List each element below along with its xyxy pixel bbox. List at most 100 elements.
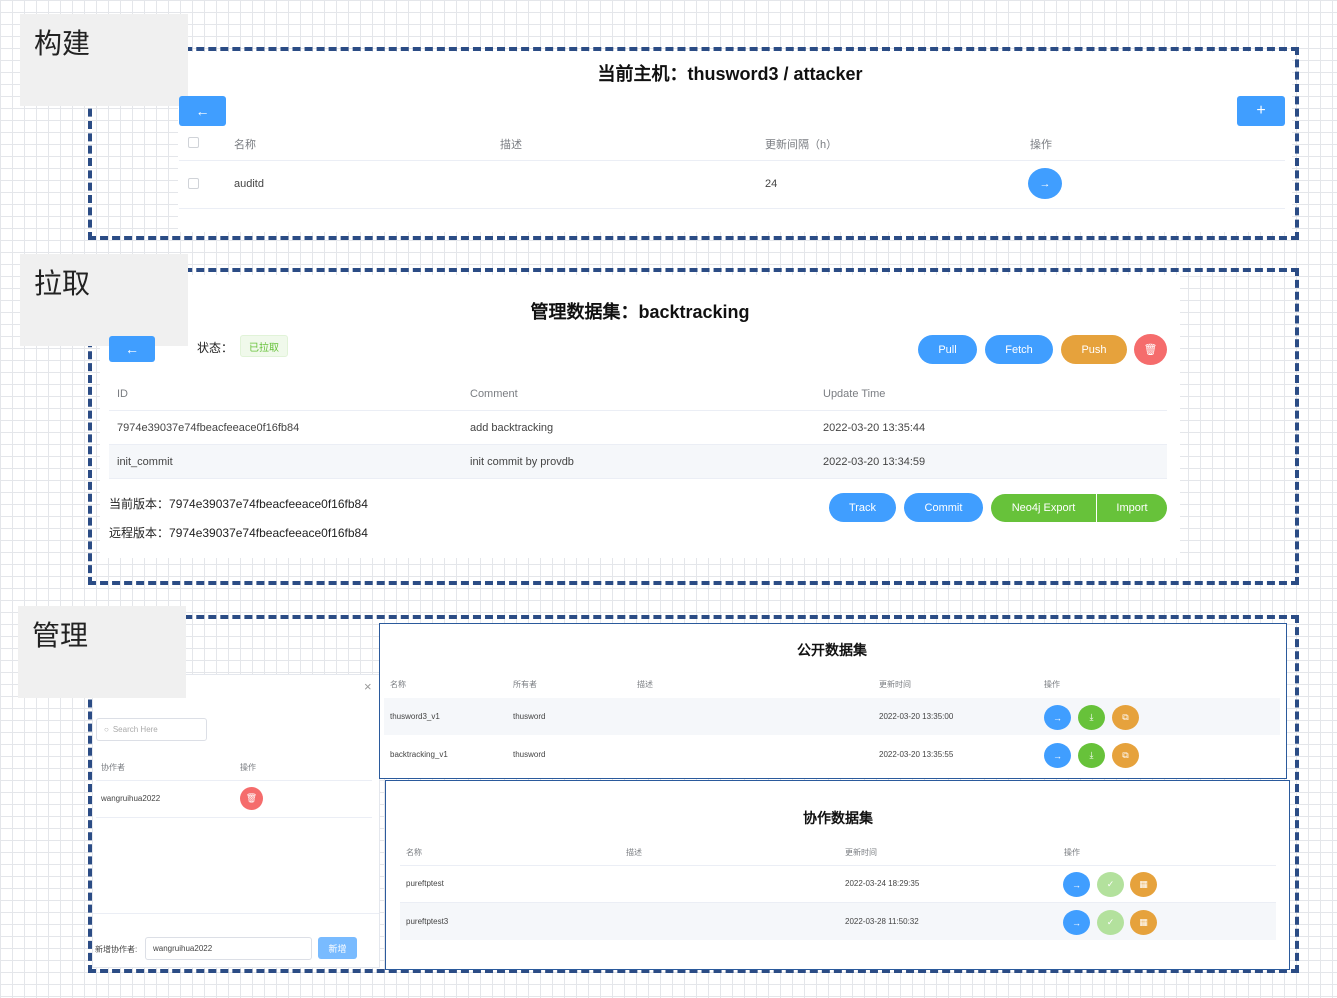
check-icon: ✓ xyxy=(1106,879,1115,889)
dataset-time: 2022-03-24 18:29:35 xyxy=(845,879,920,888)
commit-id: 7974e39037e74fbeacfeeace0f16fb84 xyxy=(117,422,300,434)
column-header-update-time: Update Time xyxy=(823,388,886,400)
grid-icon: ▦ xyxy=(1139,917,1148,927)
search-input[interactable]: ○ Search Here xyxy=(96,718,207,741)
commit-comment: init commit by provdb xyxy=(470,456,574,468)
current-version-label: 当前版本： xyxy=(109,497,170,511)
remote-version-value: 7974e39037e74fbeacfeeace0f16fb84 xyxy=(169,526,368,540)
table-divider xyxy=(400,865,1276,866)
pull-button[interactable]: Pull xyxy=(918,335,977,364)
dataset-time: 2022-03-20 13:35:55 xyxy=(879,750,954,759)
copy-icon: ⧉ xyxy=(1122,712,1129,722)
arrow-right-icon: → xyxy=(1072,917,1081,928)
arrow-right-icon: → xyxy=(1053,750,1062,761)
pull-back-button[interactable]: ← xyxy=(109,336,155,362)
row-open-button[interactable]: → xyxy=(1028,168,1062,199)
column-header-update-time: 更新时间 xyxy=(845,848,877,857)
status-label: 状态： xyxy=(197,341,234,355)
remote-version-row: 远程版本：7974e39037e74fbeacfeeace0f16fb84 xyxy=(109,524,368,541)
collaborator-name: wangruihua2022 xyxy=(101,794,161,803)
commit-button[interactable]: Commit xyxy=(904,493,983,522)
download-icon: ⤓ xyxy=(1089,750,1094,760)
add-collaborator-label: 新增协作者: xyxy=(95,945,138,954)
import-button[interactable]: Import xyxy=(1097,494,1167,522)
check-icon: ✓ xyxy=(1106,917,1115,927)
push-button[interactable]: Push xyxy=(1061,335,1127,364)
table-divider xyxy=(179,208,1285,209)
column-header-comment: Comment xyxy=(470,388,518,400)
collaborators-button[interactable]: ▦ xyxy=(1130,872,1157,897)
track-button[interactable]: Track xyxy=(829,493,896,522)
column-header-description: 描述 xyxy=(626,848,642,857)
column-header-actions: 操作 xyxy=(240,763,256,772)
column-header-name: 名称 xyxy=(234,139,256,151)
dataset-name: thusword3_v1 xyxy=(390,712,440,721)
build-back-button[interactable]: ← xyxy=(179,96,226,126)
grid-icon: ▦ xyxy=(1139,879,1148,889)
table-row-striped xyxy=(109,445,1167,478)
column-header-owner: 所有者 xyxy=(513,680,537,689)
copy-dataset-button[interactable]: ⧉ xyxy=(1112,705,1139,730)
row-interval: 24 xyxy=(765,178,778,190)
commit-id: init_commit xyxy=(117,456,173,468)
delete-dataset-button[interactable]: 🗑 xyxy=(1134,334,1167,365)
dataset-owner: thusword xyxy=(513,712,546,721)
table-divider xyxy=(96,817,372,818)
dataset-time: 2022-03-28 11:50:32 xyxy=(845,917,919,926)
add-collaborator-input[interactable]: wangruihua2022 xyxy=(145,937,312,960)
column-header-name: 名称 xyxy=(406,848,422,857)
add-collaborator-button[interactable]: 新增 xyxy=(318,937,357,959)
remote-version-label: 远程版本： xyxy=(109,526,170,540)
column-header-name: 名称 xyxy=(390,680,406,689)
current-version-row: 当前版本：7974e39037e74fbeacfeeace0f16fb84 xyxy=(109,495,368,512)
neo4j-export-button[interactable]: Neo4j Export xyxy=(991,494,1096,522)
column-header-actions: 操作 xyxy=(1064,848,1080,857)
status-badge: 已拉取 xyxy=(240,335,288,357)
column-header-interval: 更新间隔（h） xyxy=(765,139,838,151)
dataset-name: pureftptest3 xyxy=(406,917,449,926)
search-placeholder: Search Here xyxy=(112,725,158,734)
accept-dataset-button[interactable]: ✓ xyxy=(1097,910,1124,935)
open-dataset-button[interactable]: → xyxy=(1063,872,1090,897)
trash-icon: 🗑 xyxy=(245,793,258,803)
column-header-collaborator: 协作者 xyxy=(101,763,125,772)
column-header-actions: 操作 xyxy=(1030,139,1052,151)
open-dataset-button[interactable]: → xyxy=(1044,705,1071,730)
build-add-button[interactable]: + xyxy=(1237,96,1285,126)
remove-collaborator-button[interactable]: 🗑 xyxy=(240,787,263,810)
column-header-description: 描述 xyxy=(500,139,522,151)
copy-dataset-button[interactable]: ⧉ xyxy=(1112,743,1139,768)
row-checkbox[interactable] xyxy=(188,178,199,189)
dataset-owner: thusword xyxy=(513,750,546,759)
pull-title: 管理数据集：backtracking xyxy=(530,302,750,322)
open-dataset-button[interactable]: → xyxy=(1044,743,1071,768)
download-dataset-button[interactable]: ⤓ xyxy=(1078,743,1105,768)
build-section-label: 构建 xyxy=(20,14,188,106)
arrow-left-icon: ← xyxy=(125,341,139,357)
download-dataset-button[interactable]: ⤓ xyxy=(1078,705,1105,730)
arrow-right-icon: → xyxy=(1053,712,1062,723)
column-header-description: 描述 xyxy=(637,680,653,689)
table-divider xyxy=(179,160,1285,161)
dataset-time: 2022-03-20 13:35:00 xyxy=(879,712,954,721)
open-dataset-button[interactable]: → xyxy=(1063,910,1090,935)
commit-time: 2022-03-20 13:34:59 xyxy=(823,456,926,468)
dialog-footer-divider xyxy=(93,913,379,914)
download-icon: ⤓ xyxy=(1089,712,1094,722)
table-divider xyxy=(109,478,1167,479)
select-all-checkbox[interactable] xyxy=(188,137,199,148)
collaborators-button[interactable]: ▦ xyxy=(1130,910,1157,935)
current-version-value: 7974e39037e74fbeacfeeace0f16fb84 xyxy=(169,497,368,511)
collab-datasets-title: 协作数据集 xyxy=(803,810,873,826)
accept-dataset-button[interactable]: ✓ xyxy=(1097,872,1124,897)
close-icon[interactable]: × xyxy=(364,679,372,694)
plus-icon: + xyxy=(1256,102,1266,119)
trash-icon: 🗑 xyxy=(1143,344,1158,356)
table-divider xyxy=(96,780,372,781)
fetch-button[interactable]: Fetch xyxy=(985,335,1053,364)
dataset-name: backtracking_v1 xyxy=(390,750,448,759)
dataset-name: pureftptest xyxy=(406,879,444,888)
build-title: 当前主机：thusword3 / attacker xyxy=(597,64,863,84)
column-header-id: ID xyxy=(117,388,128,400)
copy-icon: ⧉ xyxy=(1122,750,1129,760)
